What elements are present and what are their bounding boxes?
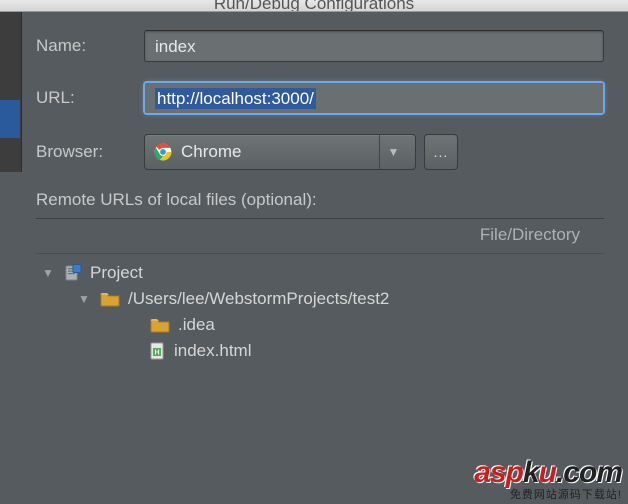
svg-text:H: H	[154, 350, 159, 357]
name-label: Name:	[36, 36, 144, 56]
tree-label-project: Project	[90, 263, 143, 283]
project-icon	[64, 264, 82, 282]
url-row: URL: http://localhost:3000/	[36, 82, 604, 114]
name-input-value: index	[155, 37, 196, 56]
browser-label: Browser:	[36, 142, 144, 162]
ellipsis-icon: ...	[434, 144, 449, 160]
tree-node-project[interactable]: ▼ Project	[42, 260, 604, 286]
disclosure-triangle-icon[interactable]: ▼	[78, 292, 92, 306]
tree-label-idea: .idea	[178, 315, 215, 335]
folder-icon	[100, 291, 120, 307]
watermark-logo: aspku.com	[474, 456, 622, 490]
remote-urls-title: Remote URLs of local files (optional):	[36, 190, 604, 210]
disclosure-triangle-icon[interactable]: ▼	[42, 266, 56, 280]
watermark: aspku.com 免费网站源码下载站!	[474, 456, 622, 502]
tree-label-index: index.html	[174, 341, 251, 361]
url-label: URL:	[36, 88, 144, 108]
file-directory-column-header: File/Directory	[36, 221, 604, 254]
sidebar-selection	[0, 100, 20, 138]
tree-label-path: /Users/lee/WebstormProjects/test2	[128, 289, 389, 309]
browser-select[interactable]: Chrome ▼	[144, 134, 416, 170]
url-input[interactable]: http://localhost:3000/	[144, 82, 604, 114]
html-file-icon: H	[150, 342, 166, 360]
window-title: Run/Debug Configurations	[214, 0, 414, 12]
folder-icon	[150, 317, 170, 333]
browser-more-button[interactable]: ...	[424, 134, 458, 170]
left-sidebar-gutter	[0, 12, 22, 172]
browser-select-value: Chrome	[181, 142, 241, 162]
chrome-icon	[153, 142, 173, 162]
name-input[interactable]: index	[144, 30, 604, 62]
name-row: Name: index	[36, 30, 604, 62]
file-tree-panel: File/Directory ▼ Project ▼ /Users/lee/We…	[36, 218, 604, 364]
chevron-down-icon[interactable]: ▼	[379, 135, 407, 169]
window-title-bar: Run/Debug Configurations	[0, 0, 628, 12]
tree-node-index[interactable]: ▼ H index.html	[42, 338, 604, 364]
tree-node-idea[interactable]: ▼ .idea	[42, 312, 604, 338]
tree-node-path[interactable]: ▼ /Users/lee/WebstormProjects/test2	[42, 286, 604, 312]
browser-row: Browser: Chrome ▼ ...	[36, 134, 604, 170]
url-input-value: http://localhost:3000/	[155, 88, 316, 109]
file-tree: ▼ Project ▼ /Users/lee/WebstormProjects/…	[36, 254, 604, 364]
